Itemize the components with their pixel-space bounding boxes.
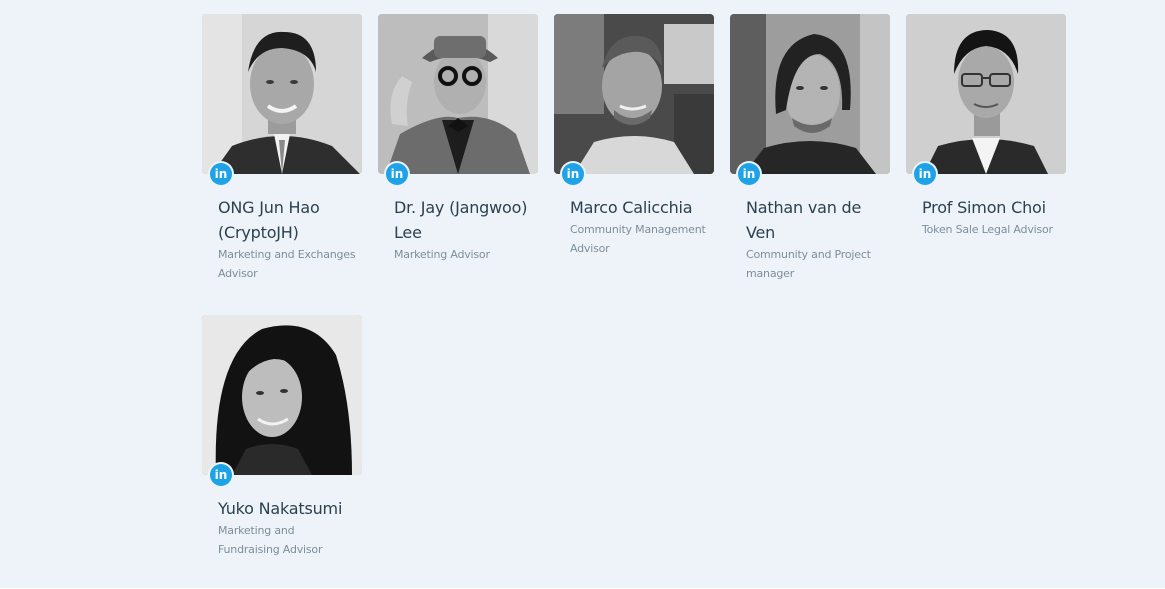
advisor-name-block: Marco Calicchia Community Management Adv… xyxy=(570,195,710,258)
person-photo-icon xyxy=(906,14,1066,174)
advisor-photo xyxy=(202,14,362,174)
advisor-name: ONG Jun Hao (CryptoJH) xyxy=(218,198,320,242)
advisor-card: in ONG Jun Hao (CryptoJH) Marketing and … xyxy=(202,14,362,280)
advisor-name-block: Yuko Nakatsumi Marketing and Fundraising… xyxy=(218,496,358,559)
advisor-name: Nathan van de Ven xyxy=(746,198,862,242)
advisor-role: Marketing Advisor xyxy=(394,248,490,261)
person-photo-icon xyxy=(202,14,362,174)
linkedin-icon[interactable]: in xyxy=(914,163,936,185)
advisor-photo xyxy=(730,14,890,174)
advisor-card: in Dr. Jay (Jangwoo) Lee Marketing Advis… xyxy=(378,14,538,261)
person-photo-icon xyxy=(378,14,538,174)
advisor-name: Yuko Nakatsumi xyxy=(218,499,343,518)
advisor-name-block: Dr. Jay (Jangwoo) Lee Marketing Advisor xyxy=(394,195,534,264)
advisor-card: in Prof Simon Choi Token Sale Legal Advi… xyxy=(906,14,1066,236)
person-photo-icon xyxy=(730,14,890,174)
advisor-role: Marketing and Fundraising Advisor xyxy=(218,524,323,556)
advisor-name-block: Nathan van de Ven Community and Project … xyxy=(746,195,886,283)
advisor-name: Marco Calicchia xyxy=(570,198,693,217)
advisor-photo xyxy=(202,315,362,475)
advisor-role: Token Sale Legal Advisor xyxy=(922,223,1053,236)
advisor-role: Community and Project manager xyxy=(746,248,871,280)
advisor-photo xyxy=(906,14,1066,174)
linkedin-icon[interactable]: in xyxy=(210,464,232,486)
advisor-card: in Nathan van de Ven Community and Proje… xyxy=(730,14,890,280)
linkedin-icon[interactable]: in xyxy=(562,163,584,185)
linkedin-icon[interactable]: in xyxy=(210,163,232,185)
advisor-card: in Yuko Nakatsumi Marketing and Fundrais… xyxy=(202,315,362,556)
advisor-photo xyxy=(554,14,714,174)
linkedin-icon[interactable]: in xyxy=(738,163,760,185)
advisor-card: in Marco Calicchia Community Management … xyxy=(554,14,714,255)
advisor-role: Marketing and Exchanges Advisor xyxy=(218,248,356,280)
advisor-name: Dr. Jay (Jangwoo) Lee xyxy=(394,198,528,242)
person-photo-icon xyxy=(554,14,714,174)
advisor-name-block: ONG Jun Hao (CryptoJH) Marketing and Exc… xyxy=(218,195,358,283)
linkedin-icon[interactable]: in xyxy=(386,163,408,185)
advisor-name: Prof Simon Choi xyxy=(922,198,1046,217)
advisor-role: Community Management Advisor xyxy=(570,223,706,255)
person-photo-icon xyxy=(202,315,362,475)
advisor-photo xyxy=(378,14,538,174)
advisor-name-block: Prof Simon Choi Token Sale Legal Advisor xyxy=(922,195,1062,239)
